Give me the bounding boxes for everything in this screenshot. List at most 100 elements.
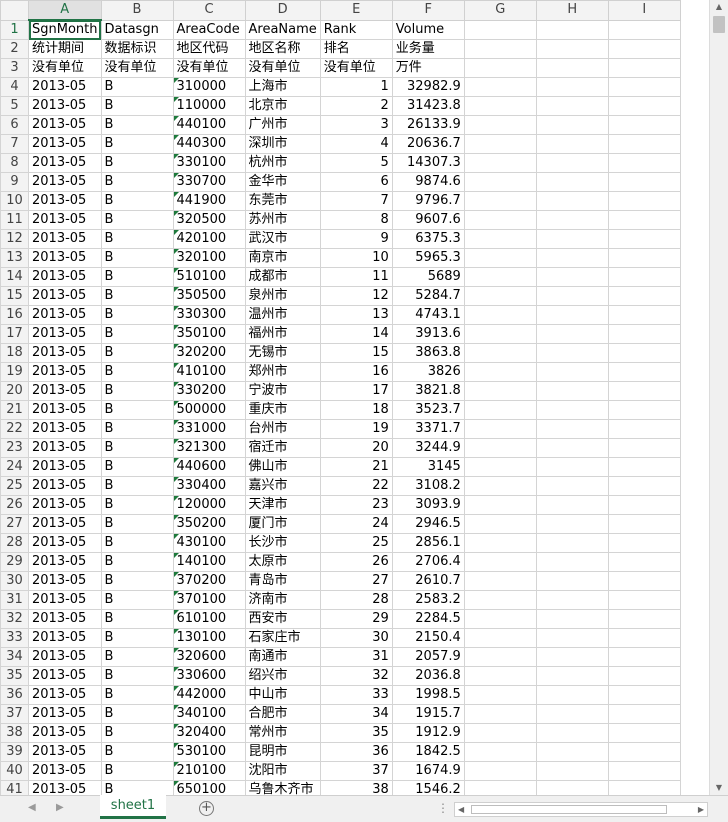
cell-i[interactable] <box>607 134 681 154</box>
cell-h[interactable] <box>535 248 609 268</box>
cell-f[interactable]: 4743.1 <box>391 305 465 325</box>
cell-g[interactable] <box>463 666 537 686</box>
cell-i[interactable] <box>607 590 681 610</box>
cell-i[interactable] <box>607 172 681 192</box>
cell-a[interactable]: 2013-05 <box>28 609 102 629</box>
cell-h[interactable] <box>535 666 609 686</box>
cell-c[interactable]: 321300 <box>172 438 246 458</box>
cell-h[interactable] <box>535 134 609 154</box>
cell-d[interactable]: 石家庄市 <box>244 628 321 648</box>
cell-c[interactable]: 330700 <box>172 172 246 192</box>
cell-e[interactable]: 33 <box>319 685 393 705</box>
cell-a[interactable]: 2013-05 <box>28 571 102 591</box>
cell-b[interactable]: B <box>100 324 174 344</box>
cell-g[interactable] <box>463 343 537 363</box>
cell-a[interactable]: 2013-05 <box>28 153 102 173</box>
cell-i[interactable] <box>607 438 681 458</box>
cell-i[interactable] <box>607 343 681 363</box>
cell-b[interactable]: B <box>100 362 174 382</box>
cell-b[interactable]: B <box>100 590 174 610</box>
cell-g[interactable] <box>463 77 537 97</box>
row-header[interactable]: 23 <box>0 438 29 458</box>
cell-c[interactable]: 140100 <box>172 552 246 572</box>
cell-h[interactable] <box>535 362 609 382</box>
cell-b[interactable]: B <box>100 647 174 667</box>
cell-h[interactable] <box>535 685 609 705</box>
cell-f[interactable]: 3523.7 <box>391 400 465 420</box>
cell-i[interactable] <box>607 324 681 344</box>
cell-i[interactable] <box>607 552 681 572</box>
cell-c[interactable]: 370100 <box>172 590 246 610</box>
cell-f[interactable]: 1674.9 <box>391 761 465 781</box>
cell-b[interactable]: B <box>100 514 174 534</box>
cell-g[interactable] <box>463 286 537 306</box>
row-header[interactable]: 5 <box>0 96 29 116</box>
cell-b[interactable]: B <box>100 628 174 648</box>
cell-b[interactable]: B <box>100 191 174 211</box>
cell-i[interactable] <box>607 457 681 477</box>
cell-i[interactable] <box>607 723 681 743</box>
cell-f[interactable]: 2610.7 <box>391 571 465 591</box>
row-header[interactable]: 31 <box>0 590 29 610</box>
cell-c[interactable]: 没有单位 <box>172 58 246 78</box>
cell-e[interactable]: 没有单位 <box>319 58 393 78</box>
select-all-corner[interactable] <box>0 0 29 21</box>
cell-c[interactable]: 350100 <box>172 324 246 344</box>
cell-g[interactable] <box>463 362 537 382</box>
cell-h[interactable] <box>535 457 609 477</box>
row-header[interactable]: 36 <box>0 685 29 705</box>
cell-f[interactable]: 2284.5 <box>391 609 465 629</box>
cell-b[interactable]: B <box>100 381 174 401</box>
cell-d[interactable]: 佛山市 <box>244 457 321 477</box>
cell-d[interactable]: 台州市 <box>244 419 321 439</box>
cell-b[interactable]: B <box>100 552 174 572</box>
cell-g[interactable] <box>463 172 537 192</box>
cell-c[interactable]: 440600 <box>172 457 246 477</box>
cell-g[interactable] <box>463 96 537 116</box>
cell-a[interactable]: 2013-05 <box>28 647 102 667</box>
row-header[interactable]: 6 <box>0 115 29 135</box>
column-header-c[interactable]: C <box>172 0 246 21</box>
cell-d[interactable]: 东莞市 <box>244 191 321 211</box>
cell-c[interactable]: 310000 <box>172 77 246 97</box>
cell-e[interactable]: 6 <box>319 172 393 192</box>
cell-g[interactable] <box>463 115 537 135</box>
cell-h[interactable] <box>535 628 609 648</box>
cell-i[interactable] <box>607 400 681 420</box>
cell-e[interactable]: 4 <box>319 134 393 154</box>
row-header[interactable]: 20 <box>0 381 29 401</box>
cell-a[interactable]: 2013-05 <box>28 381 102 401</box>
cell-b[interactable]: B <box>100 704 174 724</box>
cell-b[interactable]: B <box>100 476 174 496</box>
cell-c[interactable]: 350200 <box>172 514 246 534</box>
row-header[interactable]: 9 <box>0 172 29 192</box>
cell-b[interactable]: B <box>100 134 174 154</box>
cell-d[interactable]: 福州市 <box>244 324 321 344</box>
cell-g[interactable] <box>463 305 537 325</box>
cell-h[interactable] <box>535 153 609 173</box>
row-header[interactable]: 4 <box>0 77 29 97</box>
cell-d[interactable]: 无锡市 <box>244 343 321 363</box>
cell-h[interactable] <box>535 495 609 515</box>
cell-c[interactable]: 370200 <box>172 571 246 591</box>
cell-a[interactable]: 2013-05 <box>28 343 102 363</box>
row-header[interactable]: 21 <box>0 400 29 420</box>
row-header[interactable]: 25 <box>0 476 29 496</box>
cell-a[interactable]: 2013-05 <box>28 115 102 135</box>
cell-a[interactable]: 2013-05 <box>28 438 102 458</box>
cell-i[interactable] <box>607 96 681 116</box>
cell-g[interactable] <box>463 191 537 211</box>
cell-e[interactable]: 18 <box>319 400 393 420</box>
cell-h[interactable] <box>535 210 609 230</box>
cell-i[interactable] <box>607 476 681 496</box>
cell-b[interactable]: B <box>100 400 174 420</box>
cell-a[interactable]: 没有单位 <box>28 58 102 78</box>
cell-b[interactable]: B <box>100 438 174 458</box>
row-header[interactable]: 32 <box>0 609 29 629</box>
cell-f[interactable]: 5284.7 <box>391 286 465 306</box>
cell-c[interactable]: 330600 <box>172 666 246 686</box>
cell-f[interactable]: 2946.5 <box>391 514 465 534</box>
cell-g[interactable] <box>463 324 537 344</box>
cell-h[interactable] <box>535 77 609 97</box>
row-header[interactable]: 35 <box>0 666 29 686</box>
